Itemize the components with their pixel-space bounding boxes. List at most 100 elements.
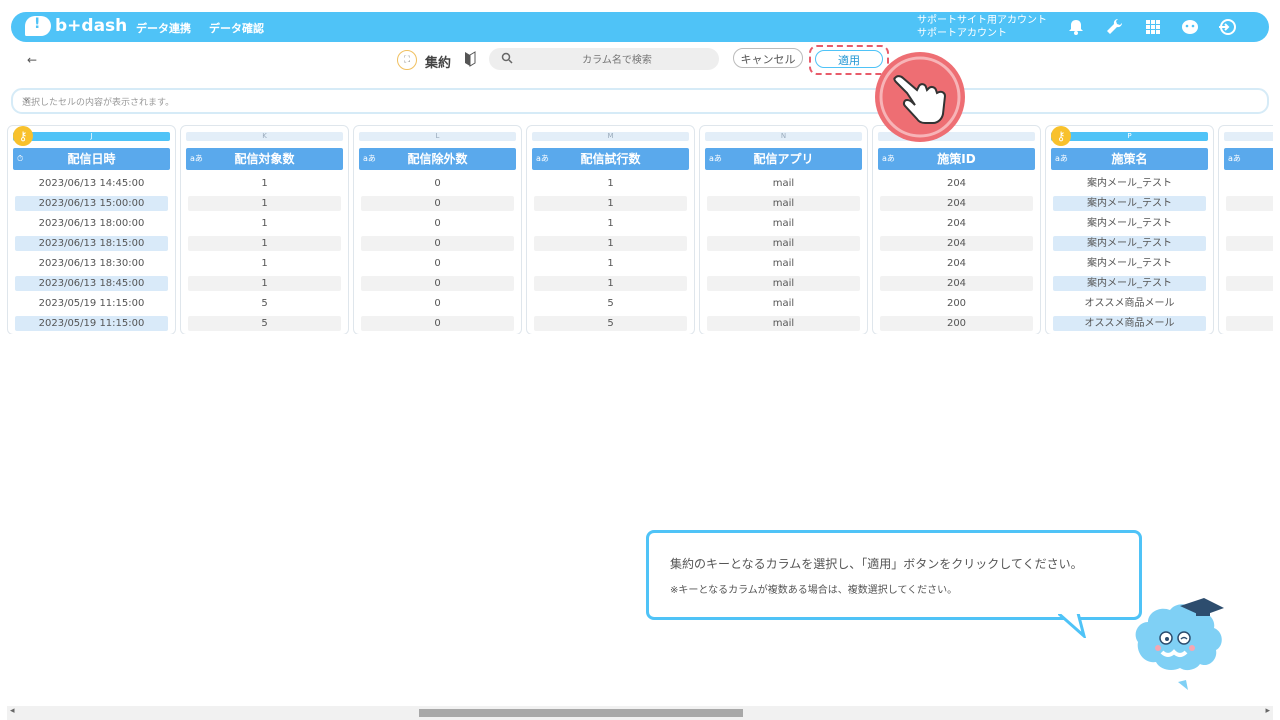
column-header[interactable]: aあ 配信対象数	[186, 148, 343, 170]
column-search-box[interactable]	[489, 48, 719, 70]
table-cell[interactable]: 1	[188, 256, 341, 271]
table-cell[interactable]: 0	[361, 196, 514, 211]
logout-icon[interactable]	[1218, 18, 1236, 36]
grid-column[interactable]: P ⚷ aあ 施策名 案内メール_テスト 案内メール_テスト 案内メール_テスト 案内メール_…	[1045, 125, 1214, 334]
table-cell[interactable]: 2023/06/13 18:45:00	[15, 276, 168, 291]
table-cell[interactable]: 1	[534, 216, 687, 231]
wrench-icon[interactable]	[1105, 18, 1123, 36]
grid-column[interactable]: aあシナリ	[1218, 125, 1273, 334]
grid-column[interactable]: aあ 施策ID 204 204 204 204 204 204 200 200	[872, 125, 1041, 334]
table-cell[interactable]: 200	[880, 316, 1033, 331]
column-header[interactable]: aあ 配信試行数	[532, 148, 689, 170]
bdash-logo[interactable]: b+dash	[25, 16, 127, 36]
table-cell[interactable]: mail	[707, 176, 860, 191]
cancel-button[interactable]: キャンセル	[733, 48, 803, 68]
table-cell[interactable]: 1	[534, 176, 687, 191]
nav-data-check[interactable]: データ確認	[209, 20, 264, 36]
table-cell[interactable]	[1226, 256, 1273, 271]
nav-data-linkage[interactable]: データ連携	[136, 20, 191, 36]
table-cell[interactable]: 1	[534, 256, 687, 271]
table-cell[interactable]: 200	[880, 296, 1033, 311]
table-cell[interactable]	[1226, 216, 1273, 231]
table-cell[interactable]: 1	[534, 276, 687, 291]
table-cell[interactable]: 1	[188, 276, 341, 291]
table-cell[interactable]: 1	[534, 236, 687, 251]
chevron-down-icon[interactable]: ⌄	[22, 93, 1253, 104]
table-cell[interactable]	[1226, 316, 1273, 331]
table-cell[interactable]: 案内メール_テスト	[1053, 196, 1206, 211]
table-cell[interactable]: 5	[534, 316, 687, 331]
table-cell[interactable]: mail	[707, 236, 860, 251]
column-header[interactable]: aあ 配信除外数	[359, 148, 516, 170]
cell-content-bar[interactable]: 選択したセルの内容が表示されます。 ⌄	[11, 88, 1269, 114]
table-cell[interactable]: mail	[707, 276, 860, 291]
table-cell[interactable]: 0	[361, 276, 514, 291]
grid-column[interactable]: J ⚷ ⏱ 配信日時 2023/06/13 14:45:00 2023/06/13 15:…	[7, 125, 176, 334]
column-header[interactable]: ⏱ 配信日時	[13, 148, 170, 170]
table-cell[interactable]: mail	[707, 316, 860, 331]
table-cell[interactable]: 0	[361, 296, 514, 311]
help-character-icon[interactable]	[1181, 18, 1199, 36]
grid-column[interactable]: Naあ 配信アプリ mail mail mail mail mail mail mail mail	[699, 125, 868, 334]
table-cell[interactable]: 0	[361, 256, 514, 271]
table-cell[interactable]: mail	[707, 216, 860, 231]
table-cell[interactable]: 5	[188, 296, 341, 311]
table-cell[interactable]: 1	[188, 176, 341, 191]
table-cell[interactable]: 0	[361, 316, 514, 331]
table-cell[interactable]	[1226, 196, 1273, 211]
grid-column[interactable]: Kaあ 配信対象数 1 1 1 1 1 1 5 5	[180, 125, 349, 334]
horizontal-scrollbar[interactable]: ◂ ▸	[7, 706, 1273, 720]
account-info[interactable]: サポートサイト用アカウント サポートアカウント	[917, 14, 1047, 40]
table-cell[interactable]: 2023/06/13 14:45:00	[15, 176, 168, 191]
table-cell[interactable]: 2023/05/19 11:15:00	[15, 296, 168, 311]
scroll-left-arrow-icon[interactable]: ◂	[10, 706, 15, 716]
table-cell[interactable]: 案内メール_テスト	[1053, 276, 1206, 291]
grid-column[interactable]: Laあ 配信除外数 0 0 0 0 0 0 0 0	[353, 125, 522, 334]
table-cell[interactable]: 1	[188, 236, 341, 251]
table-cell[interactable]: 0	[361, 176, 514, 191]
table-cell[interactable]: 204	[880, 256, 1033, 271]
table-cell[interactable]: 案内メール_テスト	[1053, 216, 1206, 231]
table-cell[interactable]: 2023/06/13 18:15:00	[15, 236, 168, 251]
table-cell[interactable]: 5	[188, 316, 341, 331]
table-cell[interactable]: 1	[188, 196, 341, 211]
table-cell[interactable]: 0	[361, 236, 514, 251]
table-cell[interactable]: オススメ商品メール	[1053, 316, 1206, 331]
table-cell[interactable]: 案内メール_テスト	[1053, 236, 1206, 251]
table-cell[interactable]: 2023/05/19 11:15:00	[15, 316, 168, 331]
column-header[interactable]: aあ 施策ID	[878, 148, 1035, 170]
table-cell[interactable]: 204	[880, 176, 1033, 191]
table-cell[interactable]: 204	[880, 216, 1033, 231]
back-arrow-icon[interactable]: ←	[27, 53, 37, 67]
string-type-icon: aあ	[1055, 154, 1068, 163]
scrollbar-thumb[interactable]	[419, 709, 743, 717]
table-cell[interactable]	[1226, 176, 1273, 191]
scroll-right-arrow-icon[interactable]: ▸	[1265, 706, 1270, 716]
table-cell[interactable]	[1226, 236, 1273, 251]
table-cell[interactable]: 1	[534, 196, 687, 211]
bell-icon[interactable]	[1067, 18, 1085, 36]
apps-grid-icon[interactable]	[1144, 18, 1162, 36]
table-cell[interactable]	[1226, 296, 1273, 311]
table-cell[interactable]: 1	[188, 216, 341, 231]
table-cell[interactable]: 2023/06/13 18:30:00	[15, 256, 168, 271]
table-cell[interactable]	[1226, 276, 1273, 291]
table-cell[interactable]: 5	[534, 296, 687, 311]
table-cell[interactable]: 0	[361, 216, 514, 231]
column-header[interactable]: aあ 配信アプリ	[705, 148, 862, 170]
table-cell[interactable]: 案内メール_テスト	[1053, 256, 1206, 271]
grid-column[interactable]: Maあ 配信試行数 1 1 1 1 1 1 5 5	[526, 125, 695, 334]
table-cell[interactable]: mail	[707, 296, 860, 311]
column-search-input[interactable]	[535, 54, 699, 67]
column-header[interactable]: aあシナリ	[1224, 148, 1273, 170]
table-cell[interactable]: オススメ商品メール	[1053, 296, 1206, 311]
table-cell[interactable]: 案内メール_テスト	[1053, 176, 1206, 191]
column-header[interactable]: aあ 施策名	[1051, 148, 1208, 170]
table-cell[interactable]: 204	[880, 236, 1033, 251]
table-cell[interactable]: 2023/06/13 18:00:00	[15, 216, 168, 231]
table-cell[interactable]: 204	[880, 196, 1033, 211]
table-cell[interactable]: mail	[707, 256, 860, 271]
table-cell[interactable]: 2023/06/13 15:00:00	[15, 196, 168, 211]
table-cell[interactable]: mail	[707, 196, 860, 211]
table-cell[interactable]: 204	[880, 276, 1033, 291]
